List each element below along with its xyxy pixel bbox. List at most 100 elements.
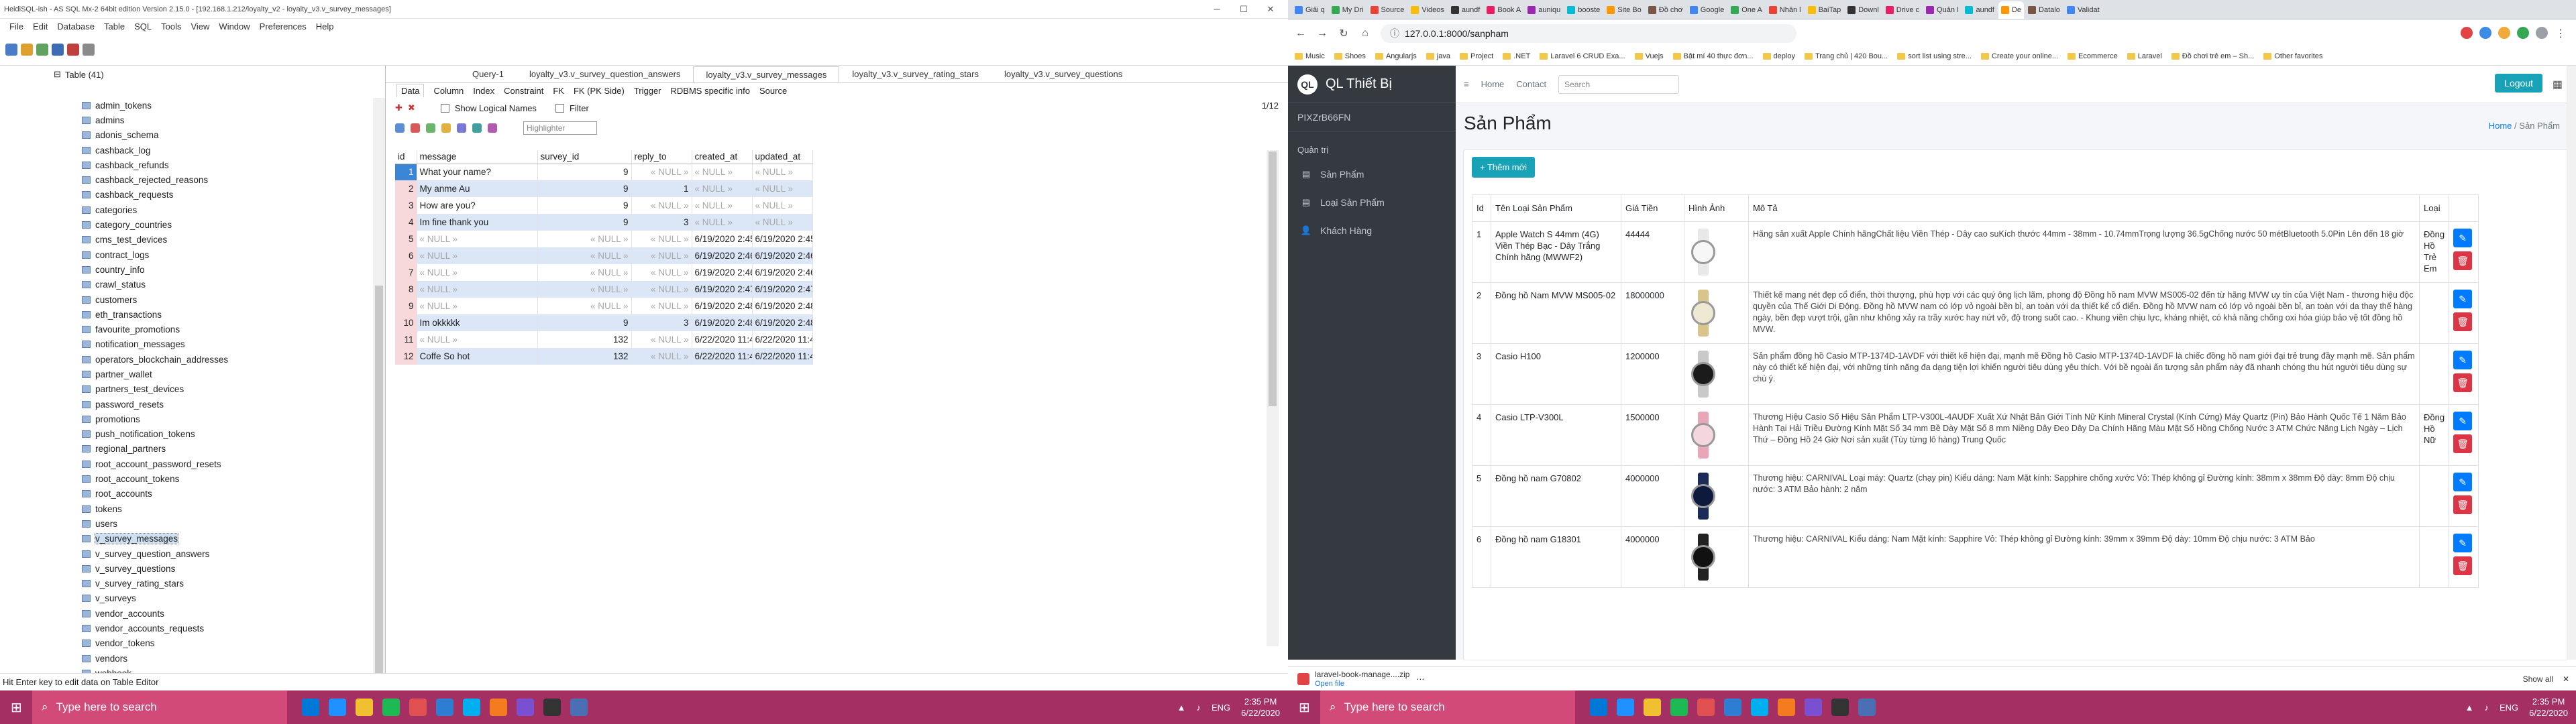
copy-icon[interactable] (426, 123, 435, 133)
bookmark[interactable]: Music (1295, 52, 1325, 60)
tree-item[interactable]: webhook (80, 666, 385, 673)
cell-message[interactable]: « NULL » (417, 231, 538, 247)
browser-tab[interactable]: My Dri (1329, 1, 1366, 19)
column-header-id[interactable]: id (395, 150, 417, 164)
sidebar-item-2[interactable]: ▤ Loại Sản Phẩm (1288, 188, 1456, 217)
tree-item[interactable]: v_survey_rating_stars (80, 577, 385, 591)
tree-item[interactable]: root_accounts (80, 487, 385, 501)
cell-reply_to[interactable]: « NULL » (631, 281, 692, 298)
reload-icon[interactable]: ↻ (1338, 27, 1350, 40)
cell-reply_to[interactable]: « NULL » (631, 197, 692, 214)
hamburger-icon[interactable]: ≡ (1464, 79, 1469, 89)
windows-start-icon[interactable]: ⊞ (11, 699, 22, 716)
table-row[interactable]: 7« NULL »« NULL »« NULL »6/19/2020 2:46:… (395, 264, 813, 281)
subtab-rdbms-specific-info[interactable]: RDBMS specific info (671, 86, 750, 96)
cell-survey_id[interactable]: « NULL » (537, 298, 632, 314)
tree-item[interactable]: tokens (80, 501, 385, 516)
tree-item[interactable]: v_survey_question_answers (80, 546, 385, 561)
apps-grid-icon[interactable]: ▦ (2553, 78, 2563, 91)
table-row[interactable]: 4 Im fine thank you 9 3 « NULL » « NULL » (395, 214, 813, 231)
wifi-icon[interactable]: ▲ (2465, 703, 2474, 713)
cell-updated_at[interactable]: 6/19/2020 2:48:07 PM (752, 298, 813, 314)
cell-survey_id[interactable]: 9 (537, 214, 632, 231)
windows-start-icon[interactable]: ⊞ (1299, 699, 1310, 716)
tree-item[interactable]: v_surveys (80, 591, 385, 606)
browser-tab[interactable]: auniqu (1525, 1, 1563, 19)
home-icon[interactable]: ⌂ (1359, 27, 1371, 40)
export-icon[interactable] (457, 123, 466, 133)
cell-reply_to[interactable]: « NULL » (631, 348, 692, 365)
collapse-icon[interactable]: ⊟ (54, 69, 61, 80)
browser-tab[interactable]: Quản l (1923, 1, 1961, 19)
tree-item[interactable]: country_info (80, 262, 385, 277)
delete-icon[interactable]: 🗑 (2453, 373, 2473, 392)
column-header-survey_id[interactable]: survey_id (537, 150, 632, 164)
bookmark[interactable]: Bật mí 40 thực đơn... (1672, 52, 1754, 60)
cell-survey_id[interactable]: 9 (537, 180, 632, 197)
browser-tab[interactable]: One A (1728, 1, 1765, 19)
cell-survey_id[interactable]: « NULL » (537, 247, 632, 264)
edit-icon[interactable]: ✎ (2453, 412, 2473, 430)
tree-item[interactable]: root_account_tokens (80, 471, 385, 486)
cell-id[interactable]: 12 (395, 348, 417, 365)
subtab-trigger[interactable]: Trigger (634, 86, 661, 96)
volume-icon[interactable]: ♪ (2484, 703, 2489, 713)
browser-tab[interactable]: booste (1564, 1, 1603, 19)
save-icon[interactable] (52, 43, 64, 56)
browser-tab[interactable]: Drive c (1883, 1, 1922, 19)
menu-item-sql[interactable]: SQL (134, 21, 152, 32)
cell-message[interactable]: « NULL » (417, 264, 538, 281)
bookmark[interactable]: Trang chủ | 420 Bou... (1804, 52, 1888, 60)
cell-message[interactable]: « NULL » (417, 281, 538, 298)
delete-row-icon[interactable]: ✖ (408, 103, 415, 113)
cell-updated_at[interactable]: 6/19/2020 2:46:26 PM (752, 247, 813, 264)
cell-reply_to[interactable]: « NULL » (631, 298, 692, 314)
cell-created_at[interactable]: 6/19/2020 2:46:26 PM (692, 247, 753, 264)
task-view-icon[interactable] (302, 699, 319, 716)
cell-created_at[interactable]: 6/19/2020 2:48:27 PM (692, 314, 753, 331)
subtab-source[interactable]: Source (759, 86, 787, 96)
tree-item[interactable]: password_resets (80, 397, 385, 412)
bookmark[interactable]: Shoes (1334, 52, 1366, 60)
tree-item[interactable]: operators_blockchain_addresses (80, 352, 385, 367)
firefox-icon[interactable] (1778, 699, 1795, 716)
topnav-home[interactable]: Home (1481, 79, 1505, 89)
terminal-icon[interactable] (1831, 699, 1849, 716)
browser-tab[interactable]: Videos (1408, 1, 1446, 19)
cell-updated_at[interactable]: 6/22/2020 11:40:27 AM (752, 331, 813, 348)
extension-icon[interactable] (2517, 27, 2529, 39)
cell-created_at[interactable]: « NULL » (692, 197, 753, 214)
edit-icon[interactable]: ✎ (2453, 473, 2473, 491)
sidebar-item-3[interactable]: 👤 Khách Hàng (1288, 217, 1456, 245)
show-logical-checkbox[interactable] (440, 103, 449, 113)
browser-tab[interactable]: Site Bo (1604, 1, 1644, 19)
sql-app-icon[interactable] (570, 699, 588, 716)
tree-item[interactable]: root_account_password_resets (80, 457, 385, 471)
cell-message[interactable]: Im fine thank you (417, 214, 538, 231)
skype-icon[interactable] (1751, 699, 1768, 716)
tree-item[interactable]: adonis_schema (80, 128, 385, 143)
firefox-icon[interactable] (490, 699, 507, 716)
tree-item[interactable]: admins (80, 113, 385, 127)
cell-updated_at[interactable]: 6/19/2020 2:45:53 PM (752, 231, 813, 247)
back-icon[interactable]: ← (1295, 27, 1307, 40)
extension-icon[interactable] (2498, 27, 2510, 39)
cell-created_at[interactable]: « NULL » (692, 180, 753, 197)
tree-item[interactable]: vendor_accounts_requests (80, 621, 385, 636)
close-shelf-icon[interactable]: ✕ (2563, 674, 2569, 684)
cell-updated_at[interactable]: 6/22/2020 11:43:04 AM (752, 348, 813, 365)
add-product-button[interactable]: + Thêm mới (1472, 157, 1536, 178)
table-row[interactable]: 2 My anme Au 9 1 « NULL » « NULL » (395, 180, 813, 197)
table-row[interactable]: 6« NULL »« NULL »« NULL »6/19/2020 2:46:… (395, 247, 813, 264)
subtab-fk-pk-side-[interactable]: FK (PK Side) (574, 86, 625, 96)
tree-item[interactable]: cashback_rejected_reasons (80, 172, 385, 187)
language-indicator[interactable]: ENG (1212, 703, 1230, 713)
tree-item[interactable]: users (80, 516, 385, 531)
bookmark[interactable]: java (1426, 52, 1450, 60)
vs-icon[interactable] (517, 699, 534, 716)
bookmark[interactable]: sort list using stre... (1897, 52, 1972, 60)
column-header-created_at[interactable]: created_at (692, 150, 753, 164)
delete-icon[interactable]: 🗑 (2453, 434, 2473, 453)
cell-message[interactable]: How are you? (417, 197, 538, 214)
query-tab[interactable]: loyalty_v3.v_survey_question_answers (517, 66, 693, 82)
